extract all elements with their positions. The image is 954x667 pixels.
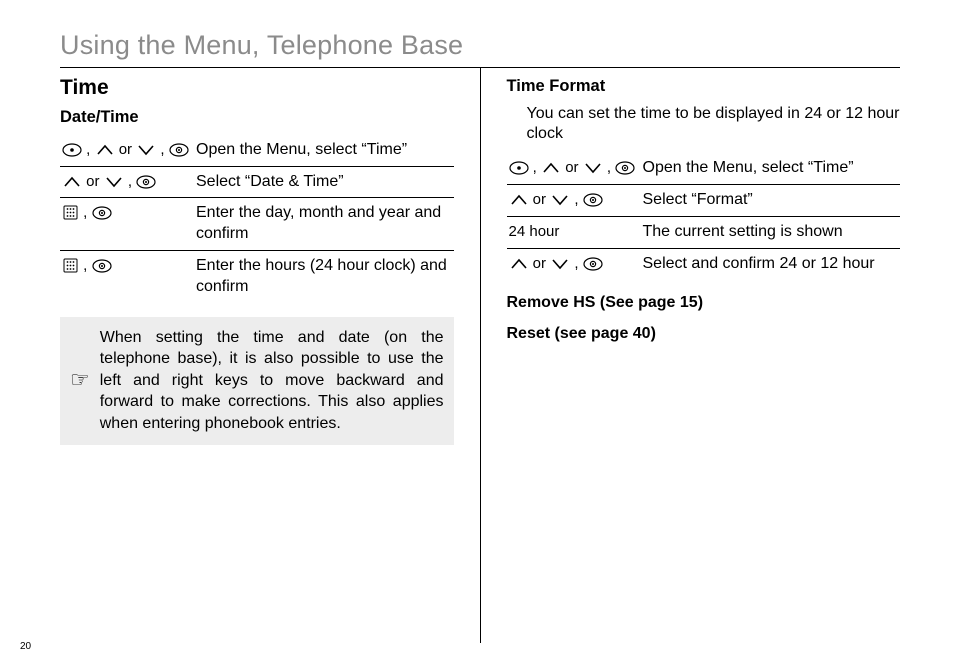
comma: ,	[574, 255, 578, 272]
key-sequence: ,	[60, 251, 194, 303]
crossref-reset: Reset (see page 40)	[507, 324, 901, 345]
key-sequence: or ,	[507, 184, 641, 216]
table-row: , or , Open the Menu, select “Time”	[507, 153, 901, 184]
ok-icon	[583, 193, 603, 207]
comma: ,	[128, 173, 132, 190]
timeformat-intro: You can set the time to be displayed in …	[527, 104, 901, 146]
down-icon	[550, 193, 570, 207]
ok-icon	[169, 143, 189, 157]
note-box: ☞ When setting the time and date (on the…	[60, 317, 454, 445]
step-desc: Open the Menu, select “Time”	[641, 153, 901, 184]
table-row: or , Select “Date & Time”	[60, 166, 454, 198]
step-desc: Select “Format”	[641, 184, 901, 216]
step-desc: Enter the day, month and year and confir…	[194, 198, 454, 251]
step-desc: Select “Date & Time”	[194, 166, 454, 198]
up-icon	[95, 143, 115, 157]
comma: ,	[574, 191, 578, 208]
key-sequence: or ,	[507, 248, 641, 279]
ok-icon	[615, 161, 635, 175]
comma: ,	[160, 141, 164, 158]
down-icon	[136, 143, 156, 157]
ok-icon	[136, 175, 156, 189]
up-icon	[62, 175, 82, 189]
or-text: or	[565, 159, 578, 176]
key-sequence: , or ,	[60, 135, 194, 166]
or-text: or	[86, 173, 99, 190]
left-column: Time Date/Time , or , Open the Menu, sel…	[60, 68, 454, 643]
step-desc: Enter the hours (24 hour clock) and conf…	[194, 251, 454, 303]
table-row: , Enter the hours (24 hour clock) and co…	[60, 251, 454, 303]
comma: ,	[533, 159, 537, 176]
key-sequence: ,	[60, 198, 194, 251]
down-icon	[550, 257, 570, 271]
table-row: , Enter the day, month and year and conf…	[60, 198, 454, 251]
table-row: 24 hour The current setting is shown	[507, 216, 901, 248]
down-icon	[104, 175, 124, 189]
keypad-icon	[62, 258, 79, 273]
menu-icon	[62, 143, 82, 157]
subsection-title-datetime: Date/Time	[60, 107, 454, 128]
datetime-steps-table: , or , Open the Menu, select “Time” or ,	[60, 135, 454, 303]
crossref-remove-hs: Remove HS (See page 15)	[507, 293, 901, 314]
content-columns: Time Date/Time , or , Open the Menu, sel…	[60, 67, 900, 643]
or-text: or	[533, 191, 546, 208]
page-title: Using the Menu, Telephone Base	[60, 28, 900, 63]
ok-icon	[92, 206, 112, 220]
step-desc: The current setting is shown	[641, 216, 901, 248]
down-icon	[583, 161, 603, 175]
right-column: Time Format You can set the time to be d…	[507, 68, 901, 643]
key-sequence: or ,	[60, 166, 194, 198]
or-text: or	[119, 141, 132, 158]
subsection-title-timeformat: Time Format	[507, 76, 901, 97]
ok-icon	[583, 257, 603, 271]
step-desc: Open the Menu, select “Time”	[194, 135, 454, 166]
keypad-icon	[62, 205, 79, 220]
up-icon	[509, 257, 529, 271]
note-text: When setting the time and date (on the t…	[100, 327, 444, 435]
timeformat-steps-table: , or , Open the Menu, select “Time” or ,	[507, 153, 901, 279]
or-text: or	[533, 255, 546, 272]
key-text: 24 hour	[507, 216, 641, 248]
section-title-time: Time	[60, 74, 454, 101]
table-row: or , Select and confirm 24 or 12 hour	[507, 248, 901, 279]
page-number: 20	[20, 640, 31, 653]
step-desc: Select and confirm 24 or 12 hour	[641, 248, 901, 279]
table-row: , or , Open the Menu, select “Time”	[60, 135, 454, 166]
column-divider	[480, 68, 481, 643]
menu-icon	[509, 161, 529, 175]
up-icon	[509, 193, 529, 207]
table-row: or , Select “Format”	[507, 184, 901, 216]
comma: ,	[83, 204, 87, 221]
key-sequence: , or ,	[507, 153, 641, 184]
hand-icon: ☞	[70, 366, 90, 395]
comma: ,	[86, 141, 90, 158]
comma: ,	[83, 257, 87, 274]
up-icon	[541, 161, 561, 175]
ok-icon	[92, 259, 112, 273]
comma: ,	[607, 159, 611, 176]
